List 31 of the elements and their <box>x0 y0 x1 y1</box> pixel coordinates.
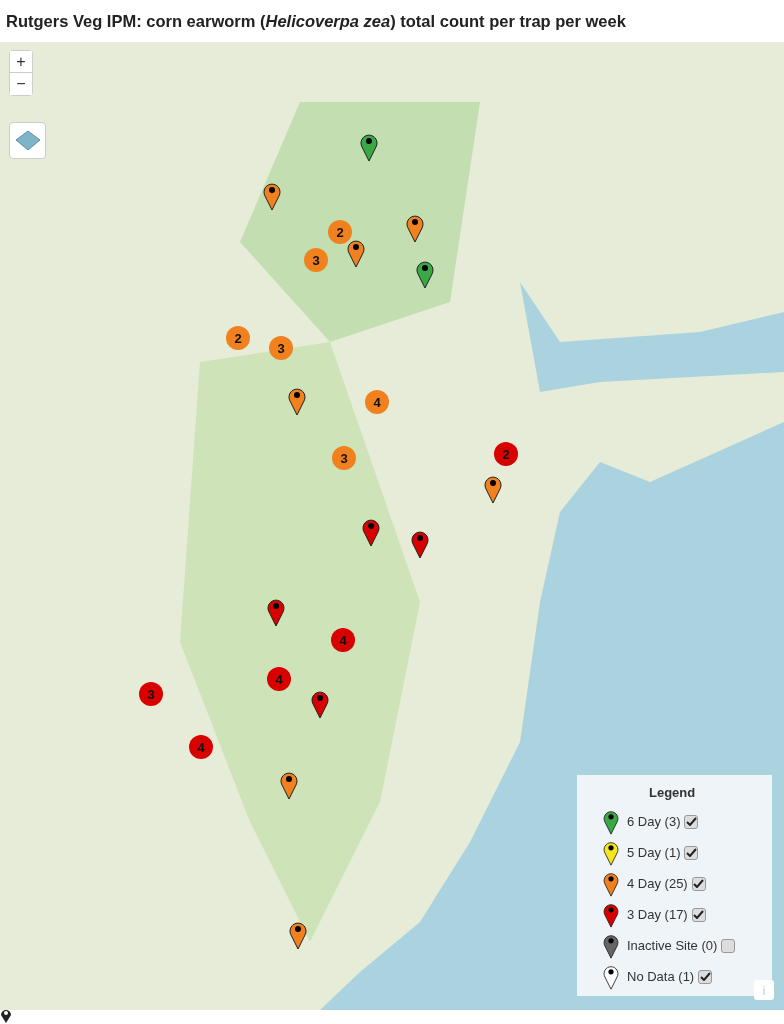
map-pin-icon[interactable] <box>280 770 298 800</box>
map-pin-icon[interactable] <box>263 181 281 211</box>
layers-button[interactable] <box>9 122 46 159</box>
map-pin-icon[interactable] <box>289 920 307 950</box>
checkbox[interactable] <box>691 907 706 922</box>
map-pin-icon[interactable] <box>484 474 502 504</box>
checkbox[interactable] <box>684 845 699 860</box>
checkbox[interactable] <box>698 969 713 984</box>
legend-label: 4 Day (25) <box>627 876 688 891</box>
legend-label: No Data (1) <box>627 969 695 984</box>
legend-label: 6 Day (3) <box>627 814 681 829</box>
map-pin-icon[interactable] <box>347 238 365 268</box>
map-pin-icon[interactable] <box>416 259 434 289</box>
checkbox[interactable] <box>691 876 706 891</box>
legend-title: Legend <box>649 785 697 800</box>
checkbox[interactable] <box>684 814 699 829</box>
map-pin-icon[interactable] <box>311 689 329 719</box>
legend-label: Inactive Site (0) <box>627 938 718 953</box>
map-pin-icon[interactable] <box>360 132 378 162</box>
layers-icon <box>14 129 41 152</box>
map-pin-icon[interactable] <box>267 597 285 627</box>
map-pin-icon[interactable] <box>288 386 306 416</box>
page-title: Rutgers Veg IPM: corn earworm (Helicoverpa zea) total count per trap per week <box>5 11 627 32</box>
map-pin-icon[interactable] <box>362 517 380 547</box>
map-pin-icon[interactable] <box>406 213 424 243</box>
legend-label: 5 Day (1) <box>627 845 681 860</box>
location-pin-icon <box>0 1008 12 1024</box>
zoom-in-button[interactable]: + <box>10 51 32 73</box>
map-pin-icon[interactable] <box>411 529 429 559</box>
legend-label: 3 Day (17) <box>627 907 688 922</box>
checkbox[interactable] <box>721 938 736 953</box>
